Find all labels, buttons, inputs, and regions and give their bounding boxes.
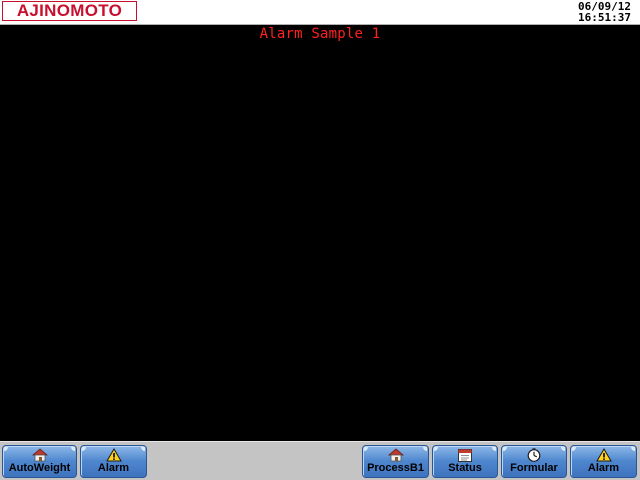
warning-icon	[595, 448, 612, 462]
autoweight-label: AutoWeight	[8, 462, 71, 474]
calendar-icon	[458, 449, 472, 462]
processb1-label: ProcessB1	[367, 462, 424, 474]
time-readout: 16:51:37	[578, 11, 631, 24]
header-bar: AJINOMOTO 06/09/12 16:51:37	[0, 0, 640, 25]
screen-title: Alarm Sample 1	[259, 26, 381, 42]
house-icon	[31, 448, 48, 462]
formular-button[interactable]: Formular	[501, 445, 567, 478]
alarm-button[interactable]: Alarm	[570, 445, 637, 478]
alarm-label: Alarm	[97, 462, 130, 474]
warning-icon	[105, 448, 122, 462]
autoweight-button[interactable]: AutoWeight	[2, 445, 77, 478]
formular-label: Formular	[510, 462, 558, 474]
house-icon	[387, 448, 404, 462]
logo-text: AJINOMOTO	[16, 1, 123, 20]
ajinomoto-logo: AJINOMOTO	[2, 1, 137, 21]
clock-icon	[527, 448, 541, 462]
status-label: Status	[448, 462, 482, 474]
processb1-button[interactable]: ProcessB1	[362, 445, 429, 478]
date-time-display: 06/09/12 16:51:37	[578, 1, 631, 23]
alarm-label: Alarm	[587, 462, 620, 474]
alarm-button[interactable]: Alarm	[80, 445, 147, 478]
bottom-navigation-bar: AutoWeight Alarm ProcessB1 Status Formul…	[0, 441, 640, 480]
hmi-screen: AJINOMOTO 06/09/12 16:51:37 Alarm Sample…	[0, 0, 640, 480]
status-button[interactable]: Status	[432, 445, 498, 478]
